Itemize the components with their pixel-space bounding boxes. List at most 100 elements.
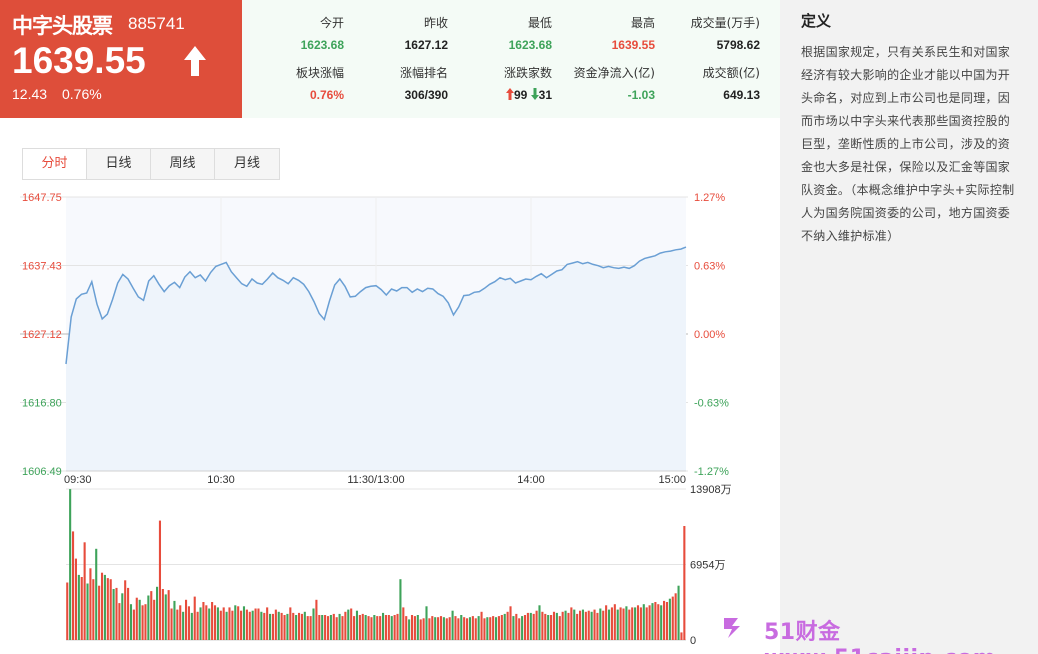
volume-bar xyxy=(312,608,315,640)
volume-bar xyxy=(283,615,286,640)
price-tick-label: 1647.75 xyxy=(22,192,62,204)
volume-bar xyxy=(616,609,619,640)
volume-bar xyxy=(373,615,376,640)
stat-net-inflow-value: -1.03 xyxy=(627,88,655,102)
up-arrow-icon xyxy=(184,46,206,76)
volume-bar xyxy=(167,590,170,640)
tab-intraday[interactable]: 分时 xyxy=(23,149,87,179)
stat-open-label: 今开 xyxy=(319,16,344,30)
down-arrow-icon xyxy=(530,88,539,100)
volume-bar xyxy=(567,612,570,640)
volume-bar xyxy=(683,526,686,640)
stat-open-value: 1623.68 xyxy=(300,38,344,52)
sector-name: 中字头股票 xyxy=(12,14,113,38)
volume-bar xyxy=(677,585,680,640)
volume-bar xyxy=(234,605,237,640)
volume-bar xyxy=(613,604,616,640)
volume-bar xyxy=(170,608,173,640)
price-change-pct: 0.76% xyxy=(62,86,102,102)
volume-bar xyxy=(579,610,582,640)
volume-bar xyxy=(280,612,283,640)
stat-prev-close-label: 昨收 xyxy=(423,16,448,30)
volume-bar xyxy=(468,617,472,640)
volume-bar xyxy=(321,615,324,640)
pct-tick-label: -0.63% xyxy=(694,398,729,410)
volume-bar xyxy=(381,612,385,640)
volume-bar xyxy=(292,612,295,640)
volume-bar xyxy=(439,616,443,640)
watermark-logo xyxy=(724,618,740,638)
volume-bar xyxy=(245,609,248,640)
pct-tick-label: -1.27% xyxy=(694,466,729,478)
volume-bar xyxy=(184,599,188,640)
volume-bar xyxy=(445,618,448,640)
volume-bar xyxy=(69,489,72,640)
volume-bar xyxy=(521,616,524,640)
volume-bar xyxy=(338,613,341,640)
volume-bar xyxy=(164,594,167,640)
volume-bar xyxy=(668,598,671,640)
volume-bar xyxy=(156,586,159,640)
intraday-chart[interactable]: 1647.75 1.27% 1637.43 0.63% 1627.12 0.00% 1616… xyxy=(0,180,780,654)
volume-bar xyxy=(364,615,367,640)
time-tick-label: 14:00 xyxy=(517,474,545,486)
volume-bar xyxy=(451,610,454,640)
volume-bar xyxy=(199,607,202,640)
volume-bar xyxy=(607,609,611,640)
volume-bar xyxy=(144,604,147,640)
volume-bar xyxy=(213,605,217,640)
volume-bar xyxy=(645,607,648,640)
stat-low-label: 最低 xyxy=(527,16,552,30)
volume-bar xyxy=(413,616,416,640)
volume-bar xyxy=(593,609,596,640)
volume-bar xyxy=(631,607,634,640)
volume-bar xyxy=(396,613,399,640)
stat-prev-close-value: 1627.12 xyxy=(404,38,448,52)
volume-bar xyxy=(399,579,402,640)
volume-bar xyxy=(639,607,642,640)
volume-bar xyxy=(535,610,538,640)
stats-panel: 今开 1623.68 昨收 1627.12 最低 1623.68 最高 1639… xyxy=(242,0,780,118)
volume-bar xyxy=(347,609,350,640)
volume-bar xyxy=(625,606,628,640)
volume-bar xyxy=(463,617,466,640)
volume-bar xyxy=(651,603,654,640)
volume-bar xyxy=(474,618,477,640)
volume-bar xyxy=(216,607,219,640)
stat-open: 今开 1623.68 xyxy=(294,12,344,56)
time-tick-label: 11:30/13:00 xyxy=(347,474,404,486)
volume-bar xyxy=(425,606,428,640)
volume-bar xyxy=(532,613,535,640)
volume-bar xyxy=(205,605,208,640)
volume-bar xyxy=(454,616,457,640)
volume-bar xyxy=(269,613,272,640)
stat-rank-label: 涨幅排名 xyxy=(399,66,448,80)
volume-bar xyxy=(173,600,176,640)
volume-bar xyxy=(103,574,106,640)
volume-bar xyxy=(460,615,463,640)
stat-sector-change: 板块涨幅 0.76% xyxy=(282,62,344,106)
volume-bar xyxy=(266,607,269,640)
price-tick-label: 1616.80 xyxy=(22,398,62,410)
volume-bar xyxy=(274,609,277,640)
volume-bar xyxy=(663,600,666,640)
volume-bar xyxy=(193,596,196,640)
tab-weekly[interactable]: 周线 xyxy=(151,149,215,179)
stat-high-label: 最高 xyxy=(630,16,655,30)
stat-volume: 成交量(万手) 5798.62 xyxy=(672,12,760,56)
volume-bar xyxy=(350,608,353,640)
volume-bar xyxy=(225,611,228,640)
volume-bar xyxy=(497,616,500,640)
volume-bar xyxy=(182,611,185,640)
volume-bar xyxy=(555,612,558,640)
volume-bar xyxy=(106,578,109,640)
volume-bar xyxy=(303,611,306,640)
volume-bar xyxy=(190,612,193,640)
volume-bar xyxy=(300,613,303,640)
volume-bar xyxy=(523,615,527,640)
tab-daily[interactable]: 日线 xyxy=(87,149,151,179)
volume-tick-label: 6954万 xyxy=(690,560,725,572)
volume-bar xyxy=(494,617,498,640)
tab-monthly[interactable]: 月线 xyxy=(215,149,279,179)
volume-bar xyxy=(254,608,257,640)
